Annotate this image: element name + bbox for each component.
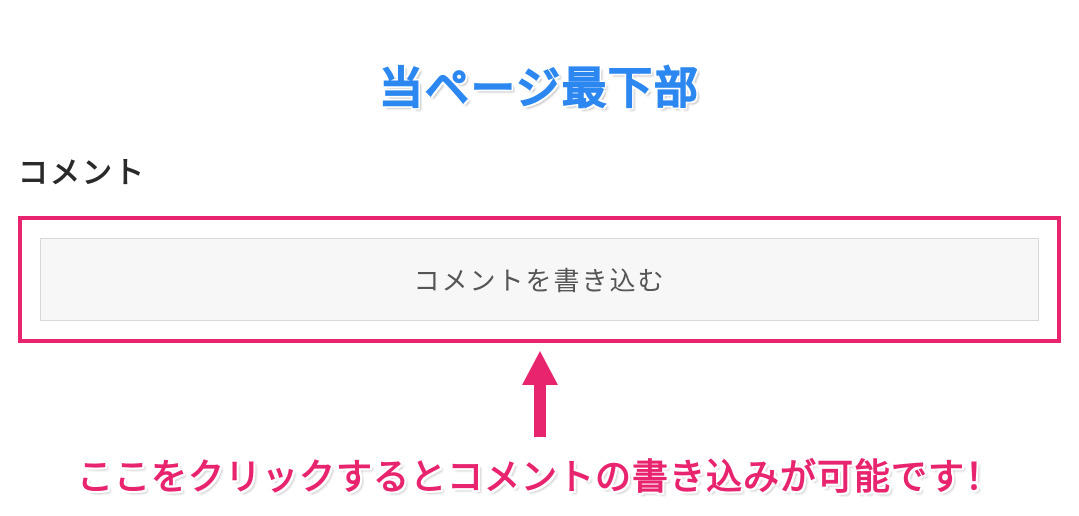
- comment-highlight-box: コメントを書き込む: [18, 216, 1061, 343]
- arrow-up-icon: [520, 351, 560, 437]
- arrow-pointer: [18, 351, 1061, 442]
- write-comment-button[interactable]: コメントを書き込む: [40, 238, 1039, 321]
- instruction-text: ここをクリックするとコメントの書き込みが可能です！: [18, 448, 1061, 500]
- banner-title: 当ページ最下部: [18, 0, 1061, 116]
- section-heading-comment: コメント: [18, 148, 1061, 192]
